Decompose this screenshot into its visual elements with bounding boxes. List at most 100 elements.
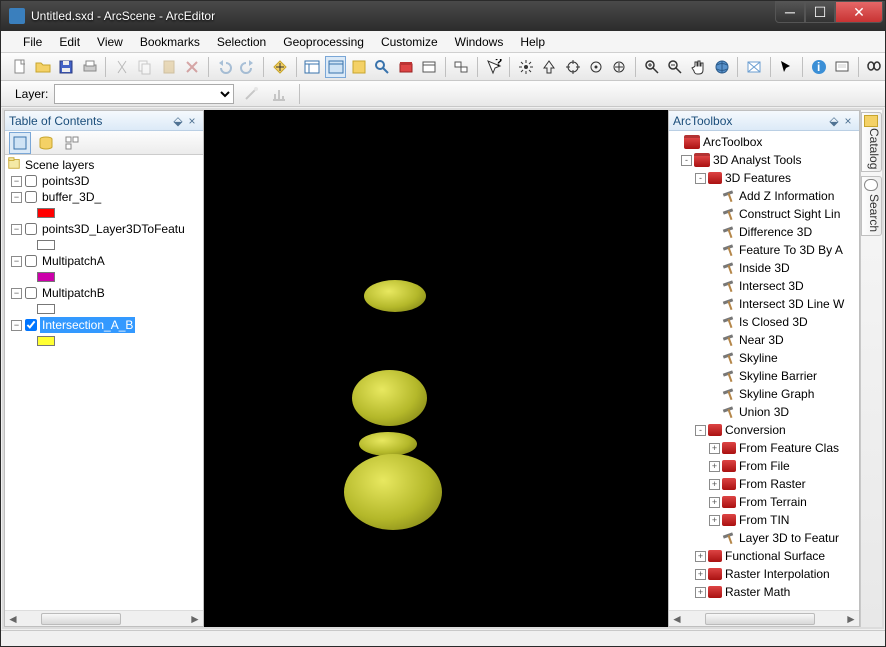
catalog-tab[interactable]: Catalog	[861, 112, 882, 172]
tool-item[interactable]: Intersect 3D	[671, 277, 859, 295]
layer-checkbox[interactable]	[25, 255, 37, 267]
tool-item[interactable]: Difference 3D	[671, 223, 859, 241]
menu-help[interactable]: Help	[512, 33, 553, 51]
menu-edit[interactable]: Edit	[51, 33, 88, 51]
zoom-in-button[interactable]	[641, 56, 662, 78]
list-by-type-button[interactable]	[61, 132, 83, 154]
tool-item[interactable]: Feature To 3D By A	[671, 241, 859, 259]
add-data-button[interactable]	[269, 56, 290, 78]
target-button[interactable]	[585, 56, 606, 78]
layer-select[interactable]	[54, 84, 234, 104]
tool-item[interactable]: Layer 3D to Featur	[671, 529, 859, 547]
toc-scrollbar[interactable]: ◄►	[5, 610, 203, 626]
tool-item[interactable]: Skyline Graph	[671, 385, 859, 403]
redo-button[interactable]	[237, 56, 258, 78]
center-button[interactable]	[562, 56, 583, 78]
toolset-item[interactable]: +From Raster	[671, 475, 859, 493]
delete-button[interactable]	[181, 56, 202, 78]
collapse-icon[interactable]: −	[11, 320, 22, 331]
new-doc-button[interactable]	[9, 56, 30, 78]
tool-item[interactable]: Union 3D	[671, 403, 859, 421]
save-button[interactable]	[56, 56, 77, 78]
sub-view-button[interactable]	[451, 56, 472, 78]
toolset-3d-features[interactable]: -3D Features	[671, 169, 859, 187]
find-button[interactable]	[864, 56, 885, 78]
toc-button[interactable]	[302, 56, 323, 78]
select-button[interactable]	[776, 56, 797, 78]
toc-layer[interactable]: −MultipatchB	[7, 285, 203, 301]
collapse-icon[interactable]: -	[681, 155, 692, 166]
layer-checkbox[interactable]	[25, 191, 37, 203]
scene-viewport[interactable]	[204, 110, 668, 627]
close-button[interactable]: ✕	[835, 1, 883, 23]
collapse-icon[interactable]: −	[11, 224, 22, 235]
layer-checkbox[interactable]	[25, 223, 37, 235]
collapse-icon[interactable]: -	[695, 425, 706, 436]
toolset-item[interactable]: +From Feature Clas	[671, 439, 859, 457]
search-button[interactable]	[372, 56, 393, 78]
identify-button[interactable]: i	[808, 56, 829, 78]
toolbox-3d-analyst[interactable]: -3D Analyst Tools	[671, 151, 859, 169]
wand-button[interactable]	[240, 83, 262, 105]
expand-icon[interactable]: +	[709, 515, 720, 526]
menu-bookmarks[interactable]: Bookmarks	[132, 33, 208, 51]
pin-icon[interactable]: ⬙	[171, 114, 185, 128]
menu-customize[interactable]: Customize	[373, 33, 446, 51]
whats-this-button[interactable]: ?	[483, 56, 504, 78]
observer-button[interactable]	[609, 56, 630, 78]
toc-layer[interactable]: −points3D	[7, 173, 203, 189]
tool-item[interactable]: Intersect 3D Line W	[671, 295, 859, 313]
cut-button[interactable]	[111, 56, 132, 78]
toolset-item[interactable]: +Raster Interpolation	[671, 565, 859, 583]
minimize-button[interactable]: ─	[775, 1, 805, 23]
zoom-out-button[interactable]	[664, 56, 685, 78]
toolbox-button[interactable]	[395, 56, 416, 78]
tool-item[interactable]: Skyline Barrier	[671, 367, 859, 385]
expand-icon[interactable]: +	[695, 587, 706, 598]
pin-icon[interactable]: ⬙	[827, 114, 841, 128]
layer-checkbox[interactable]	[25, 319, 37, 331]
expand-icon[interactable]: +	[695, 569, 706, 580]
expand-icon[interactable]: +	[709, 461, 720, 472]
collapse-icon[interactable]: -	[695, 173, 706, 184]
paste-button[interactable]	[158, 56, 179, 78]
layer-checkbox[interactable]	[25, 175, 37, 187]
pan-button[interactable]	[688, 56, 709, 78]
expand-icon[interactable]: +	[709, 443, 720, 454]
toc-root[interactable]: Scene layers	[7, 157, 203, 173]
toc-layer[interactable]: −points3D_Layer3DToFeatu	[7, 221, 203, 237]
menu-windows[interactable]: Windows	[447, 33, 512, 51]
window-button[interactable]	[418, 56, 439, 78]
layer-checkbox[interactable]	[25, 287, 37, 299]
copy-button[interactable]	[135, 56, 156, 78]
toc-button-2[interactable]	[325, 56, 346, 78]
toc-layer[interactable]: −MultipatchA	[7, 253, 203, 269]
toolset-item[interactable]: +Functional Surface	[671, 547, 859, 565]
search-tab[interactable]: Search	[861, 176, 882, 236]
tool-item[interactable]: Near 3D	[671, 331, 859, 349]
collapse-icon[interactable]: −	[11, 192, 22, 203]
toc-layer[interactable]: −Intersection_A_B	[7, 317, 203, 333]
arctoolbox-scrollbar[interactable]: ◄►	[669, 610, 859, 626]
open-button[interactable]	[32, 56, 53, 78]
maximize-button[interactable]: ☐	[805, 1, 835, 23]
menu-geoprocessing[interactable]: Geoprocessing	[275, 33, 372, 51]
expand-icon[interactable]: +	[695, 551, 706, 562]
toolset-item[interactable]: +From TIN	[671, 511, 859, 529]
close-icon[interactable]: ×	[841, 114, 855, 128]
collapse-icon[interactable]: −	[11, 256, 22, 267]
arctoolbox-root[interactable]: ArcToolbox	[671, 133, 859, 151]
print-button[interactable]	[79, 56, 100, 78]
toolset-conversion[interactable]: -Conversion	[671, 421, 859, 439]
html-popup-button[interactable]	[831, 56, 852, 78]
tool-item[interactable]: Skyline	[671, 349, 859, 367]
tool-item[interactable]: Is Closed 3D	[671, 313, 859, 331]
expand-icon[interactable]: +	[709, 479, 720, 490]
list-by-drawing-button[interactable]	[9, 132, 31, 154]
full-extent-button[interactable]	[711, 56, 732, 78]
fly-button[interactable]	[539, 56, 560, 78]
toolset-item[interactable]: +From File	[671, 457, 859, 475]
expand-icon[interactable]: +	[709, 497, 720, 508]
collapse-icon[interactable]: −	[11, 288, 22, 299]
catalog-button[interactable]	[348, 56, 369, 78]
